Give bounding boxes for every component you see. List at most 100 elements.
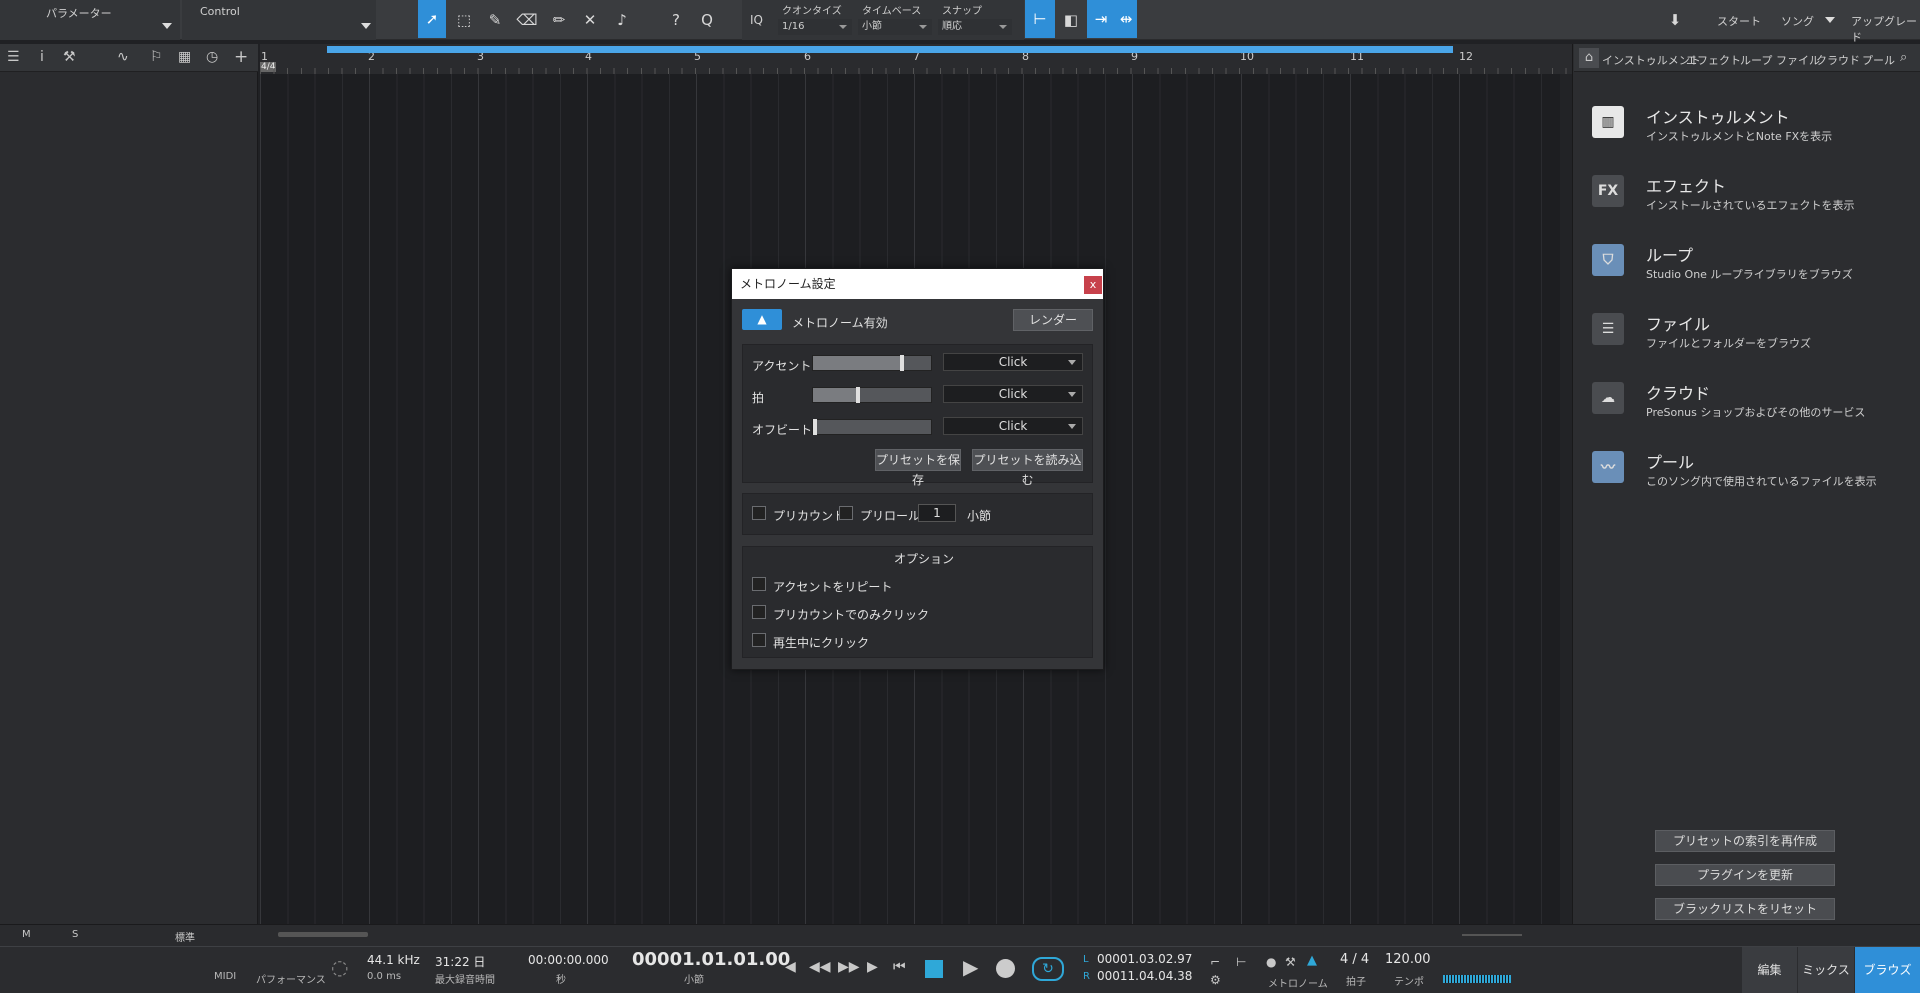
metronome-settings-icon[interactable]: ⚒ [1285, 955, 1296, 969]
beat-level-slider[interactable] [812, 387, 932, 403]
slider-handle[interactable] [855, 387, 860, 403]
save-preset-button[interactable]: プリセットを保存 [875, 449, 961, 487]
vertical-scrollbar[interactable] [1560, 74, 1572, 924]
slider-handle[interactable] [813, 419, 817, 435]
position-display[interactable]: 00001.01.01.00 [632, 949, 790, 970]
snap-to-grid-button[interactable]: ⊢ [1025, 0, 1055, 38]
precount-checkbox[interactable] [752, 506, 766, 520]
loop-left-value[interactable]: 00001.03.02.97 [1097, 952, 1192, 966]
search-icon[interactable]: ⌕ [1900, 50, 1907, 65]
marker-flag-icon[interactable]: ⚐ [150, 49, 163, 65]
download-button[interactable]: ⬇ [1660, 4, 1690, 36]
tempo-value[interactable]: 120.00 [1385, 952, 1431, 967]
split-tool-button[interactable]: ✎ [481, 4, 509, 36]
tab-loops[interactable]: ループ [1740, 52, 1772, 68]
browser-item-cloud[interactable]: ☁ クラウド PreSonus ショップおよびその他のサービス [1592, 380, 1912, 440]
paint-tool-button[interactable]: ✏ [545, 4, 573, 36]
upgrade-button[interactable]: アップグレード [1851, 13, 1920, 45]
click-during-playback-checkbox[interactable] [752, 633, 766, 647]
render-button[interactable]: レンダー [1013, 309, 1093, 331]
browser-item-instruments[interactable]: ▥ インストゥルメント インストゥルメントとNote FXを表示 [1592, 104, 1912, 164]
load-preset-button[interactable]: プリセットを読み込む [972, 449, 1083, 487]
mute-all-button[interactable]: M [22, 929, 31, 940]
horizontal-scrollbar[interactable] [278, 932, 368, 937]
browser-item-files[interactable]: ☰ ファイル ファイルとフォルダーをブラウズ [1592, 311, 1912, 371]
range-tool-button[interactable]: ⬚ [450, 4, 478, 36]
clock-icon[interactable]: ◷ [206, 49, 218, 65]
rebuild-preset-index-button[interactable]: プリセットの索引を再作成 [1655, 830, 1835, 852]
track-height-select[interactable]: 標準 [175, 929, 195, 944]
slider-handle[interactable] [900, 355, 905, 371]
punch-icon[interactable]: ⌐ [1210, 955, 1220, 969]
song-button[interactable]: ソング [1781, 13, 1814, 29]
start-button[interactable]: スタート [1717, 13, 1761, 29]
zoom-slider[interactable] [1462, 934, 1522, 936]
timebase-select[interactable]: 小節 [858, 19, 932, 35]
tab-files[interactable]: ファイル [1776, 52, 1820, 68]
fast-forward-icon[interactable]: ▶▶ [838, 959, 860, 975]
forward-end-icon[interactable]: ▶ [867, 959, 878, 975]
offbeat-sound-select[interactable]: Click [943, 417, 1083, 435]
play-button[interactable]: ▶ [963, 955, 978, 979]
tab-effects[interactable]: エフェクト [1686, 52, 1741, 68]
rewind-icon[interactable]: ◀◀ [809, 959, 831, 975]
accent-level-slider[interactable] [812, 355, 932, 371]
mute-tool-button[interactable]: ✕ [576, 4, 604, 36]
iq-button[interactable]: IQ [750, 13, 763, 27]
control-selector[interactable]: Control [182, 0, 376, 40]
time-seconds[interactable]: 00:00:00.000 [528, 953, 609, 967]
close-button[interactable]: x [1084, 276, 1102, 294]
browser-item-effects[interactable]: FX エフェクト インストールされているエフェクトを表示 [1592, 173, 1912, 233]
mix-view-button[interactable]: ミックス [1798, 947, 1854, 993]
wrench-icon[interactable]: ⚒ [63, 49, 76, 65]
tab-pool[interactable]: プール [1862, 52, 1895, 68]
menu-icon[interactable]: ☰ [7, 49, 20, 65]
snap-select[interactable]: 順応 [938, 19, 1012, 35]
parameter-selector[interactable]: パラメーター [0, 0, 180, 40]
autoscroll-button[interactable]: ⇥ [1087, 0, 1115, 38]
quantize-q-button[interactable]: Q [693, 4, 721, 36]
time-signature[interactable]: 4 / 4 [1340, 952, 1369, 967]
rewind-start-icon[interactable]: ◀ [785, 959, 796, 975]
help-button[interactable]: ? [662, 4, 690, 36]
metronome-enable-toggle[interactable]: ▲ [742, 309, 782, 330]
listen-tool-button[interactable]: ♪ [608, 4, 636, 36]
click-precount-only-checkbox[interactable] [752, 605, 766, 619]
snap-event-button[interactable]: ◧ [1057, 4, 1085, 36]
preroll-icon[interactable]: ⊢ [1236, 955, 1246, 969]
quantize-select[interactable]: 1/16 [778, 19, 852, 35]
precount-icon[interactable]: ● [1266, 955, 1276, 969]
eraser-tool-button[interactable]: ⌫ [513, 4, 541, 36]
loop-right-value[interactable]: 00011.04.04.38 [1097, 969, 1192, 983]
follow-button[interactable]: ⇹ [1115, 0, 1137, 38]
repeat-accent-checkbox[interactable] [752, 577, 766, 591]
accent-sound-select[interactable]: Click [943, 353, 1083, 371]
return-zero-icon[interactable]: ⏮ [893, 959, 906, 975]
info-icon[interactable]: i [40, 49, 44, 65]
automation-icon[interactable]: ∿ [117, 49, 129, 65]
reset-blacklist-button[interactable]: ブラックリストをリセット [1655, 898, 1835, 920]
record-button[interactable] [996, 959, 1015, 978]
browser-item-loops[interactable]: ⛉ ループ Studio One ループライブラリをブラウズ [1592, 242, 1912, 302]
eraser-icon: ⌫ [516, 11, 538, 29]
add-track-icon[interactable]: + [234, 47, 248, 67]
beat-sound-select[interactable]: Click [943, 385, 1083, 403]
preroll-bars-input[interactable]: 1 [918, 504, 956, 522]
loop-button[interactable]: ↻ [1032, 957, 1064, 981]
browser-item-pool[interactable]: 〰 プール このソング内で使用されているファイルを表示 [1592, 449, 1912, 509]
loop-range[interactable] [327, 46, 1453, 53]
update-plugins-button[interactable]: プラグインを更新 [1655, 864, 1835, 886]
grid-icon[interactable]: ▦ [178, 49, 191, 65]
arrow-tool-button[interactable]: ➚ [418, 0, 446, 38]
preroll-checkbox[interactable] [839, 506, 853, 520]
metronome-icon[interactable]: ▲ [1307, 953, 1317, 968]
browse-view-button[interactable]: ブラウズ [1855, 947, 1920, 993]
chevron-down-icon[interactable] [1825, 17, 1835, 23]
home-icon[interactable]: ⌂ [1579, 48, 1599, 68]
tab-cloud[interactable]: クラウド [1816, 52, 1860, 68]
offbeat-level-slider[interactable] [812, 419, 932, 435]
stop-button[interactable] [925, 960, 943, 978]
solo-all-button[interactable]: S [72, 929, 78, 940]
edit-view-button[interactable]: 編集 [1742, 947, 1797, 993]
settings-gear-icon[interactable]: ⚙ [1210, 973, 1221, 987]
